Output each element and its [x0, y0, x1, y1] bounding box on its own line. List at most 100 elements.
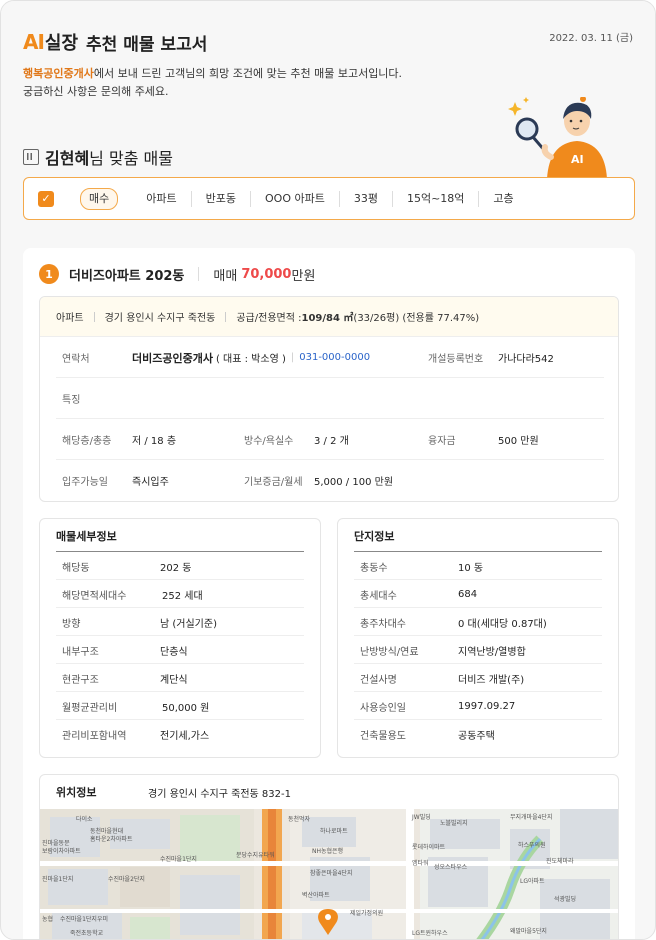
complex-row: 난방방식/연료 지역난방/열병합 — [354, 636, 602, 664]
svg-text:성오스타우스: 성오스타우스 — [434, 863, 468, 871]
area-value: 109/84 ㎡ — [301, 313, 354, 324]
divider — [93, 311, 95, 322]
agency-name: 더비즈공인중개사 — [132, 351, 213, 365]
detail-panel: 매물세부정보 해당동 202 동 해당면적세대수 252 세대 방향 남 (거실기준)… — [39, 518, 321, 758]
contact-row: 연락처 더비즈공인중개사 ( 대표 : 박소영 ) | 031-000-0000… — [56, 337, 604, 378]
complex-label: 사용승인일 — [360, 702, 406, 714]
deal-label: 매매 — [213, 268, 238, 284]
building-icon — [23, 149, 39, 165]
filter-tag-type[interactable]: 아파트 — [132, 191, 190, 207]
svg-text:죽전초등학교: 죽전초등학교 — [70, 929, 104, 937]
feature-label: 특징 — [62, 395, 81, 406]
logo-ai: AI — [23, 30, 45, 54]
svg-text:참좋은마을4단지: 참좋은마을4단지 — [310, 869, 352, 877]
filter-bar: ✓ 매수 아파트 반포동 OOO 아파트 33평 15억~18억 고층 — [23, 177, 635, 220]
loan-label: 융자금 — [428, 436, 456, 447]
svg-text:하스푸의원: 하스푸의원 — [518, 841, 546, 849]
contact-label: 연락처 — [62, 354, 90, 365]
location-title: 위치정보 — [56, 786, 97, 799]
filter-tag-area[interactable]: 반포동 — [190, 190, 250, 207]
complex-row: 사용승인일 1997.09.27 — [354, 692, 602, 720]
svg-text:동천마을현대: 동천마을현대 — [90, 827, 123, 835]
svg-text:수진마을1단지: 수진마을1단지 — [160, 855, 197, 863]
complex-row: 건설사명 더비즈 개발(주) — [354, 664, 602, 692]
detail-row: 방향 남 (거실기준) — [56, 608, 304, 636]
area-label: 공급/전용면적 : — [236, 313, 302, 324]
floor-row: 해당층/총층 저 / 18 층 방수/욕실수 3 / 2 개 융자금 500 만… — [56, 419, 604, 460]
rooms-value: 3 / 2 개 — [314, 436, 349, 447]
complex-label: 총동수 — [360, 562, 388, 574]
detail-label: 현관구조 — [62, 674, 99, 686]
detail-row: 해당동 202 동 — [56, 552, 304, 580]
complex-row: 총세대수 684 — [354, 580, 602, 608]
svg-text:AI: AI — [571, 153, 584, 166]
location-header: 위치정보 경기 용인시 수지구 죽전동 832-1 — [40, 775, 618, 809]
svg-text:석광빌딩: 석광빌딩 — [554, 895, 576, 903]
svg-text:JW빌딩: JW빌딩 — [411, 813, 431, 821]
svg-text:왜말마을5단지: 왜말마을5단지 — [510, 927, 547, 935]
section-title: 김현혜 님 맞춤 매물 — [23, 145, 173, 169]
detail-label: 월평균관리비 — [62, 702, 118, 714]
loan-value: 500 만원 — [498, 436, 539, 447]
detail-value: 계단식 — [160, 674, 188, 686]
svg-text:수진마을1단지우미: 수진마을1단지우미 — [60, 915, 108, 923]
complex-row: 총동수 10 동 — [354, 552, 602, 580]
svg-text:농협: 농협 — [42, 915, 53, 923]
movein-value: 즉시입주 — [132, 477, 169, 488]
detail-label: 관리비포함내역 — [62, 730, 127, 742]
svg-text:LG트윈하우스: LG트윈하우스 — [412, 929, 448, 937]
filter-tag-deal[interactable]: 매수 — [80, 187, 119, 210]
svg-text:벽산아파트: 벽산아파트 — [302, 891, 330, 899]
svg-text:진마을동문: 진마을동문 — [42, 839, 70, 847]
svg-text:무지개마을4단지: 무지개마을4단지 — [510, 813, 552, 821]
filter-checkbox[interactable]: ✓ — [38, 190, 54, 207]
detail-value: 단층식 — [160, 646, 188, 658]
filter-tag-size[interactable]: 33평 — [338, 190, 392, 207]
svg-text:동천먹자: 동천먹자 — [288, 815, 311, 823]
svg-text:롯데하이마트: 롯데하이마트 — [412, 843, 446, 851]
location-panel: 위치정보 경기 용인시 수지구 죽전동 832-1 다이소 동천마을현대 홈타운… — [39, 774, 619, 940]
filter-tag-complex[interactable]: OOO 아파트 — [250, 190, 339, 207]
svg-text:엠타워: 엠타워 — [412, 859, 429, 867]
property-name: 더비즈아파트 202동 — [69, 268, 185, 284]
floor-label: 해당층/총층 — [62, 436, 112, 447]
floor-value: 저 / 18 층 — [132, 436, 177, 447]
complex-label: 총세대수 — [360, 590, 397, 602]
complex-row: 건축물용도 공동주택 — [354, 720, 602, 748]
property-info-box: 아파트 경기 용인시 수지구 죽전동 공급/전용면적 : 109/84 ㎡ (3… — [39, 296, 619, 502]
complex-value: 지역난방/열병합 — [458, 646, 526, 658]
agency-ceo: ( 대표 : 박소영 ) — [215, 354, 286, 365]
agent-illustration-icon: AI — [508, 97, 607, 179]
logo-sil: 실장 — [44, 33, 79, 54]
area-extra: (33/26평) (전용률 77.47%) — [353, 313, 480, 324]
detail-value: 252 세대 — [162, 590, 203, 602]
deposit-label: 기보증금/월세 — [244, 477, 303, 488]
detail-row: 현관구조 계단식 — [56, 664, 304, 692]
movein-row: 입주가능일 즉시입주 기보증금/월세 5,000 / 100 만원 — [56, 460, 604, 501]
detail-value: 남 (거실기준) — [160, 618, 217, 630]
property-price: 70,000 — [241, 266, 292, 282]
feature-row: 특징 — [56, 378, 604, 419]
movein-label: 입주가능일 — [62, 477, 108, 488]
svg-text:분당수지유타워: 분당수지유타워 — [236, 851, 275, 859]
report-title: 추천 매물 보고서 — [86, 34, 208, 55]
filter-tag-price[interactable]: 15억~18억 — [391, 190, 478, 207]
complex-label: 건축물용도 — [360, 730, 406, 742]
agency-phone-link[interactable]: 031-000-0000 — [299, 352, 370, 363]
filter-tag-floor[interactable]: 고층 — [478, 190, 527, 207]
property-header: 1 더비즈아파트 202동 매매 70,000 만원 — [39, 264, 315, 284]
property-address: 경기 용인시 수지구 죽전동 — [104, 313, 216, 324]
detail-row: 관리비포함내역 전기세,가스 — [56, 720, 304, 748]
property-number: 1 — [39, 264, 59, 284]
detail-label: 방향 — [62, 618, 81, 630]
complex-label: 난방방식/연료 — [360, 646, 419, 658]
detail-label: 내부구조 — [62, 646, 99, 658]
svg-text:제일가정의원: 제일가정의원 — [350, 909, 383, 917]
intro-line2: 궁금하신 사항은 문의해 주세요. — [23, 85, 169, 98]
location-map[interactable]: 다이소 동천마을현대 홈타운2차아파트 진마을동문 보람이차아파트 수진마을1단… — [40, 809, 619, 940]
reg-label: 개설등록번호 — [428, 354, 484, 365]
divider: | — [290, 352, 295, 363]
property-type: 아파트 — [56, 313, 84, 324]
location-address: 경기 용인시 수지구 죽전동 832-1 — [148, 788, 291, 800]
complex-value: 684 — [458, 588, 478, 600]
